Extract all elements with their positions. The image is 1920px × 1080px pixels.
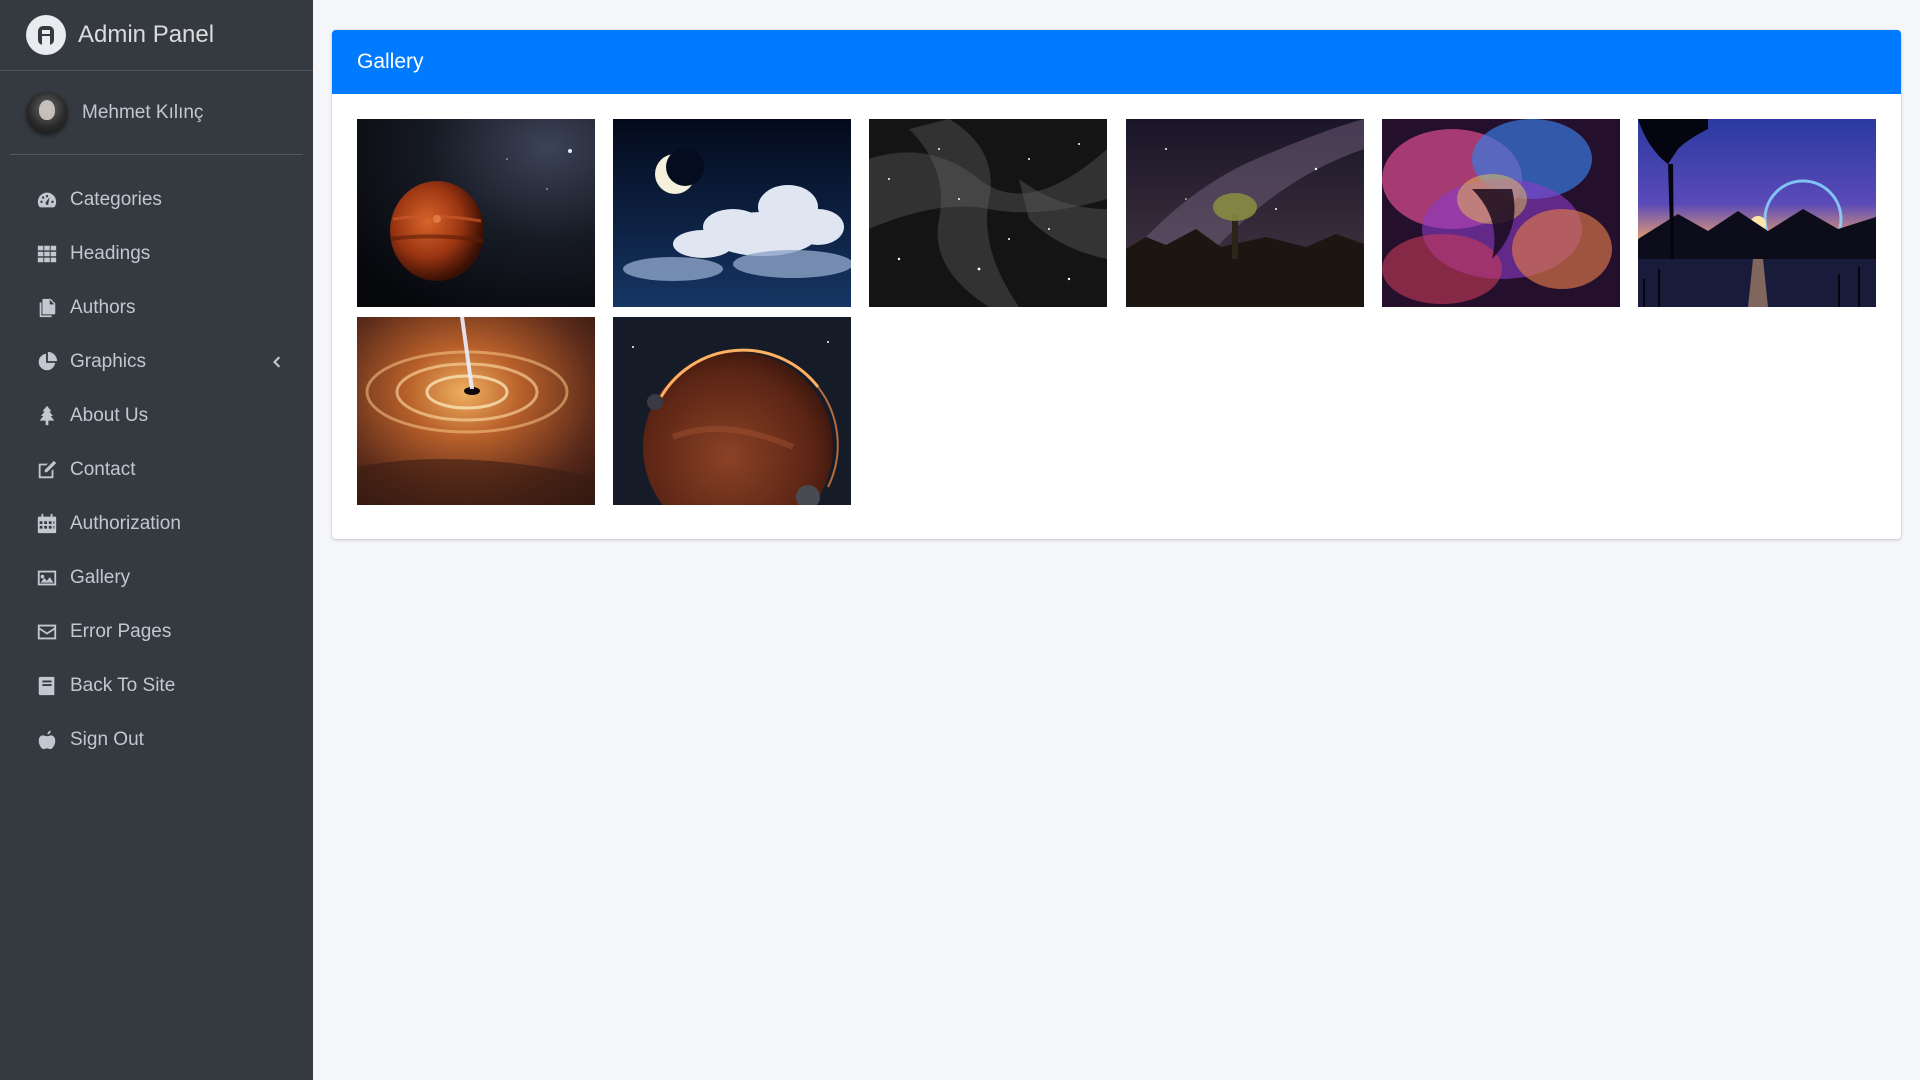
sidebar-item-authors[interactable]: Authors [0,281,313,335]
grid-icon [34,241,60,267]
gallery-image[interactable] [613,119,851,307]
brand-title: Admin Panel [78,21,215,48]
chevron-left-icon[interactable] [267,353,285,371]
sidebar-item-error-pages[interactable]: Error Pages [0,605,313,659]
tachometer-icon [34,187,60,213]
gallery-image[interactable] [869,119,1107,307]
sidebar-item-contact[interactable]: Contact [0,443,313,497]
card-title: Gallery [357,50,424,73]
gallery-image[interactable] [613,317,851,505]
gallery-image[interactable] [1382,119,1620,307]
sidebar-item-sign-out[interactable]: Sign Out [0,713,313,767]
gallery-card: Gallery [332,30,1901,539]
calendar-icon [34,511,60,537]
card-header: Gallery [332,30,1901,94]
book-icon [34,673,60,699]
sidebar-item-label: Back To Site [70,675,176,696]
sidebar-item-label: Headings [70,243,151,264]
sidebar-item-label: Sign Out [70,729,144,750]
brand-link[interactable]: Admin Panel [0,0,313,71]
avatar [26,91,68,134]
sidebar-item-authorization[interactable]: Authorization [0,497,313,551]
sidebar-item-label: Graphics [70,351,147,372]
sidebar-item-headings[interactable]: Headings [0,227,313,281]
brand-logo-icon [26,15,66,55]
pie-chart-icon [34,349,60,375]
sidebar-item-label: Contact [70,459,136,480]
sidebar-item-graphics[interactable]: Graphics [0,335,313,389]
tree-icon [34,403,60,429]
sidebar-item-back-to-site[interactable]: Back To Site [0,659,313,713]
sidebar-item-label: Gallery [70,567,131,588]
sidebar-item-about-us[interactable]: About Us [0,389,313,443]
sidebar-nav: Categories Headings Authors Graphics Abo… [0,173,313,767]
gallery-image[interactable] [1638,119,1876,307]
edit-icon [34,457,60,483]
sidebar: Admin Panel Mehmet Kılınç Categories Hea… [0,0,313,1080]
image-icon [34,565,60,591]
apple-icon [34,727,60,753]
sidebar-item-label: Categories [70,189,162,210]
gallery-image[interactable] [1126,119,1364,307]
envelope-icon [34,619,60,645]
sidebar-item-label: About Us [70,405,149,426]
gallery-image[interactable] [357,317,595,505]
gallery-image[interactable] [357,119,595,307]
sidebar-item-label: Error Pages [70,621,172,642]
sidebar-item-label: Authorization [70,513,181,534]
sidebar-item-gallery[interactable]: Gallery [0,551,313,605]
sidebar-item-categories[interactable]: Categories [0,173,313,227]
user-panel[interactable]: Mehmet Kılınç [10,71,303,155]
user-name: Mehmet Kılınç [82,101,204,123]
copy-icon [34,295,60,321]
sidebar-item-label: Authors [70,297,136,318]
